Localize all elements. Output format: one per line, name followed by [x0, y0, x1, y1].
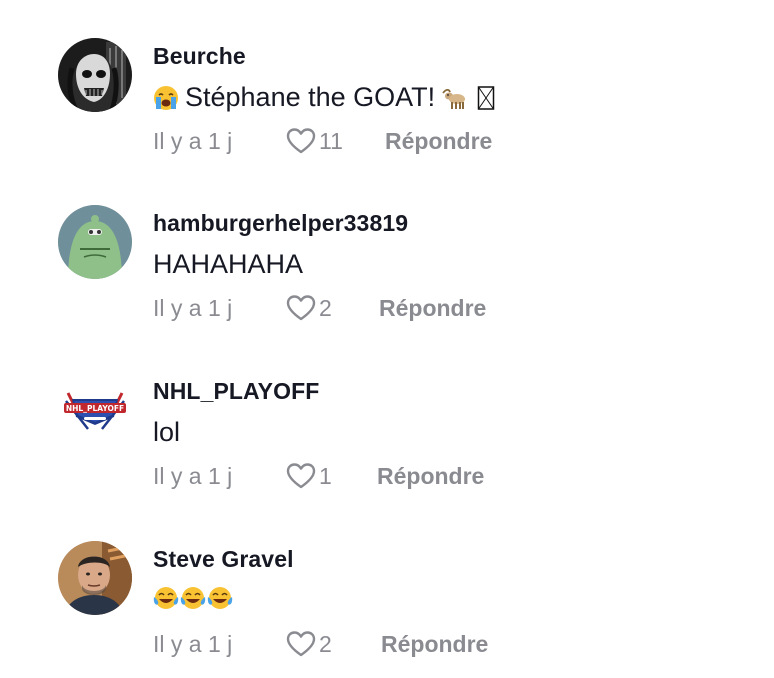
comment-text-row: lol [153, 417, 180, 448]
avatar-logo-text: NHL_PLAYOFF [66, 404, 124, 413]
comment-text-row [153, 585, 233, 611]
like-button[interactable]: 2 [285, 629, 381, 659]
timestamp: Il y a 1 j [153, 127, 233, 154]
username[interactable]: hamburgerhelper33819 [153, 210, 408, 237]
comment-text-row: Stéphane the GOAT! [153, 82, 495, 113]
comment-item: Steve Gravel Il y a 1 j 2 Répondre [0, 503, 774, 663]
heart-icon [286, 295, 316, 321]
comment-item: NHL_PLAYOFF NHL_PLAYOFF lol Il y a 1 j 1… [0, 335, 774, 495]
username[interactable]: NHL_PLAYOFF [153, 378, 319, 405]
reply-button[interactable]: Répondre [377, 463, 484, 490]
comment-item: Beurche Stéphane the GOAT! Il y a 1 j 11… [0, 0, 774, 160]
comment-meta: Il y a 1 j 2 Répondre [153, 629, 488, 659]
username[interactable]: Steve Gravel [153, 546, 294, 573]
reply-button[interactable]: Répondre [385, 128, 492, 155]
comment-item: hamburgerhelper33819 HAHAHAHA Il y a 1 j… [0, 167, 774, 327]
timestamp: Il y a 1 j [153, 630, 233, 657]
timestamp: Il y a 1 j [153, 294, 233, 321]
avatar[interactable]: NHL_PLAYOFF [58, 373, 132, 447]
comment-text-row: HAHAHAHA [153, 249, 303, 280]
heart-icon [286, 128, 316, 154]
tears-of-joy-emoji [180, 585, 206, 611]
missing-glyph-icon [473, 85, 495, 111]
heart-icon [286, 631, 316, 657]
comment-meta: Il y a 1 j 11 Répondre [153, 126, 492, 156]
tears-of-joy-emoji [153, 585, 179, 611]
timestamp: Il y a 1 j [153, 462, 233, 489]
like-button[interactable]: 1 [285, 461, 377, 491]
like-button[interactable]: 2 [285, 293, 379, 323]
comment-text: HAHAHAHA [153, 249, 304, 279]
username[interactable]: Beurche [153, 43, 246, 70]
tears-of-joy-emoji [207, 585, 233, 611]
goat-emoji [441, 85, 467, 111]
comment-meta: Il y a 1 j 2 Répondre [153, 293, 486, 323]
loudly-crying-face-emoji [153, 85, 179, 111]
like-count: 2 [319, 630, 332, 657]
heart-icon [286, 463, 316, 489]
like-count: 2 [319, 294, 332, 321]
reply-button[interactable]: Répondre [379, 295, 486, 322]
like-count: 11 [319, 127, 343, 154]
avatar[interactable] [58, 38, 132, 112]
comment-text: Stéphane the GOAT! [185, 82, 436, 112]
comment-meta: Il y a 1 j 1 Répondre [153, 461, 484, 491]
comment-text: lol [153, 417, 181, 447]
avatar[interactable] [58, 541, 132, 615]
avatar[interactable] [58, 205, 132, 279]
like-button[interactable]: 11 [285, 126, 385, 156]
like-count: 1 [319, 462, 332, 489]
reply-button[interactable]: Répondre [381, 631, 488, 658]
